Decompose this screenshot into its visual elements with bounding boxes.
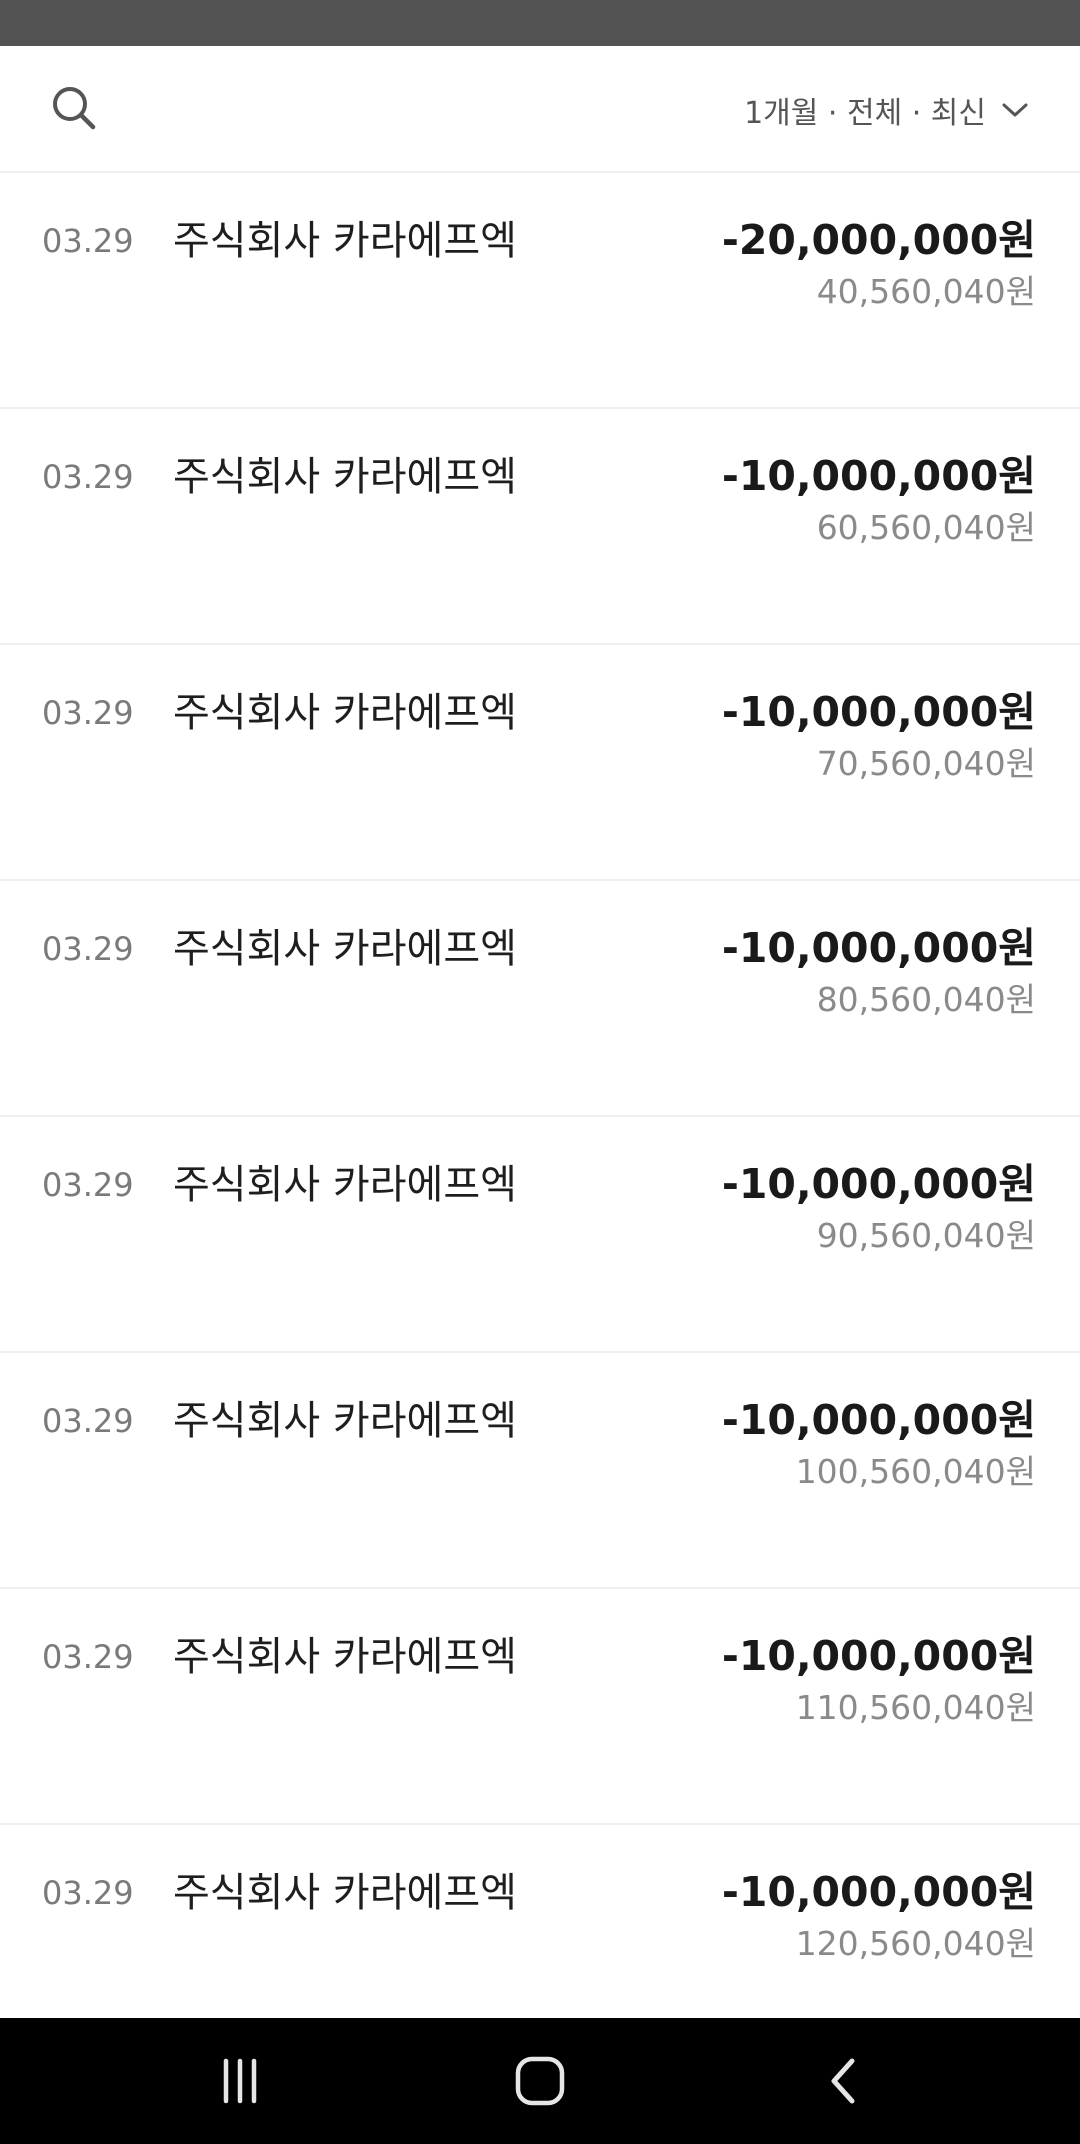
recent-apps-icon [223, 2058, 257, 2104]
transaction-date: 03.29 [42, 1402, 134, 1440]
back-icon [831, 2058, 855, 2104]
transaction-amount: -10,000,000원 [721, 924, 1036, 972]
transaction-balance: 90,560,040원 [816, 1216, 1036, 1255]
transaction-row[interactable]: 03.29 주식회사 카라에프엑 -10,000,000원 60,560,040원 [0, 409, 1080, 645]
home-button[interactable] [460, 2018, 620, 2144]
transaction-balance: 40,560,040원 [816, 272, 1036, 311]
filter-dropdown[interactable]: 1개월 · 전체 · 최신 [744, 46, 1030, 173]
search-icon [53, 87, 96, 130]
transaction-balance: 120,560,040원 [795, 1924, 1036, 1963]
transaction-row[interactable]: 03.29 주식회사 카라에프엑 -10,000,000원 80,560,040원 [0, 881, 1080, 1117]
transaction-date: 03.29 [42, 930, 134, 968]
transaction-balance: 60,560,040원 [816, 508, 1036, 547]
transaction-date: 03.29 [42, 458, 134, 496]
home-icon [515, 2056, 565, 2106]
transaction-date: 03.29 [42, 694, 134, 732]
status-bar [0, 0, 1080, 46]
transaction-name: 주식회사 카라에프엑 [173, 1870, 517, 1916]
transaction-row[interactable]: 03.29 주식회사 카라에프엑 -10,000,000원 100,560,040원 [0, 1353, 1080, 1589]
transaction-date: 03.29 [42, 1166, 134, 1204]
transaction-date: 03.29 [42, 1638, 134, 1676]
transaction-row[interactable]: 03.29 주식회사 카라에프엑 -20,000,000원 40,560,040원 [0, 173, 1080, 409]
transaction-list: 03.29 주식회사 카라에프엑 -20,000,000원 40,560,040원 03… [0, 173, 1080, 2061]
transaction-row[interactable]: 03.29 주식회사 카라에프엑 -10,000,000원 70,560,040원 [0, 645, 1080, 881]
filter-label: 1개월 · 전체 · 최신 [744, 95, 986, 131]
transaction-amount: -10,000,000원 [721, 688, 1036, 736]
transaction-date: 03.29 [42, 222, 134, 260]
transaction-date: 03.29 [42, 1874, 134, 1912]
transaction-balance: 100,560,040원 [795, 1452, 1036, 1491]
transaction-amount: -10,000,000원 [721, 452, 1036, 500]
transaction-amount: -10,000,000원 [721, 1160, 1036, 1208]
app-screen: 1개월 · 전체 · 최신 03.29 주식회사 카라에프엑 -20,000,000… [0, 0, 1080, 2144]
transaction-amount: -10,000,000원 [721, 1632, 1036, 1680]
transaction-balance: 70,560,040원 [816, 744, 1036, 783]
transaction-balance: 110,560,040원 [795, 1688, 1036, 1727]
transaction-name: 주식회사 카라에프엑 [173, 454, 517, 500]
toolbar: 1개월 · 전체 · 최신 [0, 46, 1080, 173]
transaction-amount: -10,000,000원 [721, 1396, 1036, 1444]
transaction-balance: 80,560,040원 [816, 980, 1036, 1019]
transaction-row[interactable]: 03.29 주식회사 카라에프엑 -10,000,000원 90,560,040원 [0, 1117, 1080, 1353]
transaction-name: 주식회사 카라에프엑 [173, 218, 517, 264]
transaction-amount: -20,000,000원 [721, 216, 1036, 264]
transaction-amount: -10,000,000원 [721, 1868, 1036, 1916]
transaction-name: 주식회사 카라에프엑 [173, 1398, 517, 1444]
recent-apps-button[interactable] [160, 2018, 320, 2144]
transaction-row[interactable]: 03.29 주식회사 카라에프엑 -10,000,000원 110,560,040원 [0, 1589, 1080, 1825]
back-button[interactable] [764, 2018, 924, 2144]
transaction-name: 주식회사 카라에프엑 [173, 1162, 517, 1208]
transaction-name: 주식회사 카라에프엑 [173, 926, 517, 972]
transaction-name: 주식회사 카라에프엑 [173, 1634, 517, 1680]
transaction-name: 주식회사 카라에프엑 [173, 690, 517, 736]
chevron-down-icon [1002, 103, 1028, 116]
navigation-bar [0, 2018, 1080, 2144]
search-button[interactable] [44, 78, 104, 138]
